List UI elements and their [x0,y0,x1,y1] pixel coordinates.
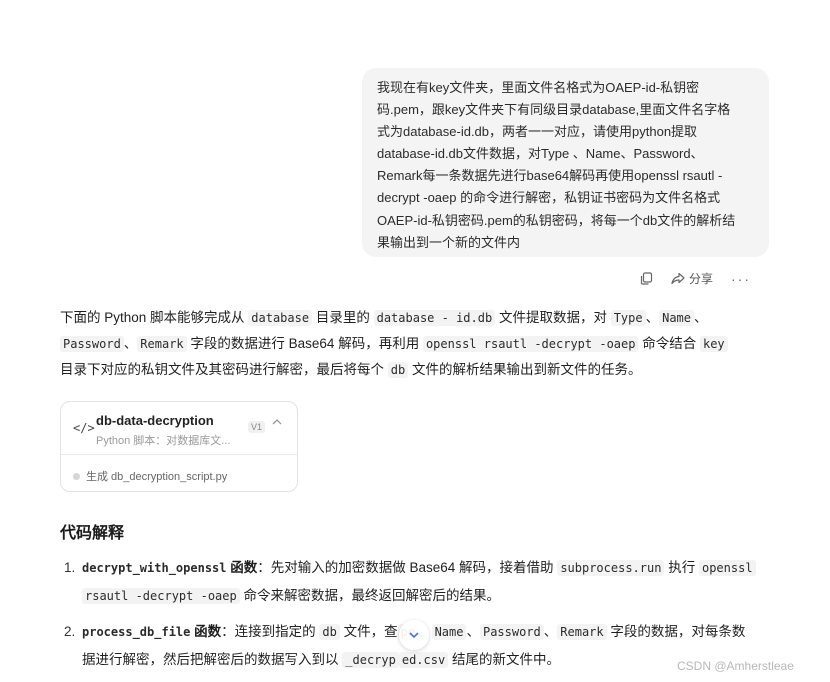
inline-code: db [319,624,340,640]
copy-icon [640,272,653,285]
scroll-down-button[interactable] [399,620,429,650]
list-text: ：先对输入的加密数据做 Base64 解码，接着借助 [257,560,558,575]
function-suffix: 函数 [190,624,222,639]
inline-code: subprocess.run [557,560,665,576]
list-line: rsautl -decrypt -oaep 命令来解密数据，最终返回解密后的结果… [82,582,772,610]
assistant-answer-paragraph: 下面的 Python 脚本能够完成从 database 目录里的 databas… [60,305,772,383]
user-message-line: Remark每一条数据先进行base64解码再使用openssl rsautl … [377,168,723,184]
artifact-title: db-data-decryption [96,413,214,428]
user-message-line: decrypt -oaep 的命令进行解密，私钥证书密码为文件名格式 [377,190,721,206]
share-button[interactable]: 分享 [671,270,713,287]
more-button[interactable]: ··· [731,271,751,287]
inline-code: ed.csv [398,652,449,668]
list-text: 文件，查 [339,624,398,639]
answer-line: 下面的 Python 脚本能够完成从 database 目录里的 databas… [60,305,772,331]
list-line: 据进行解密，然后把解密后的数据写入到以 _decryp ed.csv 结尾的新文件… [82,646,772,674]
list-number: 1. [64,560,76,575]
list-item: 1. decrypt_with_openssl 函数：先对输入的加密数据做 Ba… [60,554,772,610]
inline-code: Name [431,624,467,640]
answer-line: Password、 Remark 字段的数据进行 Base64 解码，再利用 op… [60,331,772,357]
list-text: 、 [466,624,480,639]
explanation-list: 1. decrypt_with_openssl 函数：先对输入的加密数据做 Ba… [60,554,772,682]
list-text: 、 [543,624,558,639]
answer-text: 、 [123,336,138,351]
inline-code: key [699,336,728,352]
inline-code: Type [610,310,646,326]
list-text: 字段的数据，对每条数 [606,624,746,639]
answer-line: 目录下对应的私钥文件及其密码进行解密，最后将每个 db 文件的解析结果输出到新文… [60,357,772,383]
answer-text: 目录下对应的私钥文件及其密码进行解密，最后将每个 [60,362,388,377]
list-text: ：连接到指定的 [221,624,320,639]
artifact-subtitle: Python 脚本：对数据库文... [96,435,231,447]
code-icon: </> [73,421,95,435]
copy-button[interactable] [640,272,653,285]
user-message-line: 式为database-id.db，两者一一对应，请使用python提取 [377,124,698,140]
inline-code: database - id.db [373,310,496,326]
inline-code: Remark [557,624,607,640]
user-message-line: 码.pem，跟key文件夹下有同级目录database,里面文件名字格 [377,102,731,118]
answer-text: 命令结合 [638,336,700,351]
answer-text: 、 [694,310,708,325]
inline-code: openssl rsautl -decrypt -oaep [422,336,639,352]
user-message-line: OAEP-id-私钥密码.pem的私钥密码，将每一个db文件的解析结 [377,212,736,228]
inline-code: Name [659,310,695,326]
user-message-bubble: 我现在有key文件夹，里面文件名格式为OAEP-id-私钥密 码.pem，跟ke… [362,68,769,257]
user-message-line: 果输出到一个新的文件内 [377,234,521,250]
answer-text: 文件的解析结果输出到新文件的任务。 [408,362,642,377]
answer-text: 文件提取数据，对 [495,310,611,325]
version-badge: V1 [248,421,266,433]
share-label: 分享 [689,272,714,286]
function-name: process_db_file 函数 [82,624,221,639]
artifact-card[interactable]: </> db-data-decryption Python 脚本：对数据库文..… [60,401,298,492]
answer-text: 、 [645,310,660,325]
answer-text: 字段的数据进行 Base64 解码，再利用 [186,336,423,351]
inline-code: _decryp [342,652,399,668]
inline-code: Password [60,336,124,352]
list-text: 命令来解密数据，最终返回解密后的结果。 [239,588,500,603]
section-title: 代码解释 [60,525,125,542]
list-text: 据进行解密，然后把解密后的数据写入到以 [82,652,343,667]
inline-code: decrypt_with_openssl [82,561,227,575]
artifact-status-text: 生成 db_decryption_script.py [86,471,228,483]
user-message-line: 我现在有key文件夹，里面文件名格式为OAEP-id-私钥密 [377,80,700,95]
inline-code: openssl [698,560,756,576]
inline-code: db [387,362,409,378]
list-number: 2. [64,624,76,639]
artifact-status: 生成 db_decryption_script.py [73,468,227,484]
answer-text: 目录里的 [312,310,374,325]
status-dot-icon [73,472,80,480]
answer-text: 下面的 Python 脚本能够完成从 [60,310,249,325]
user-message-line: database-id.db文件数据，对Type 、Name、Password、 [377,146,704,162]
function-name: decrypt_with_openssl 函数 [82,560,257,575]
chevron-down-icon [409,632,419,639]
artifact-card-header[interactable]: </> db-data-decryption Python 脚本：对数据库文..… [61,402,297,455]
function-suffix: 函数 [226,560,258,575]
chevron-up-icon[interactable] [271,416,283,428]
list-text: 执行 [664,560,699,575]
inline-code: process_db_file [82,625,191,639]
message-actions: 分享 ··· [640,270,751,287]
watermark: CSDN @Amherstleae [677,659,794,673]
inline-code: Password [479,624,544,640]
inline-code: rsautl -decrypt -oaep [82,588,240,604]
inline-code: database [248,310,313,326]
list-line: decrypt_with_openssl 函数：先对输入的加密数据做 Base6… [82,554,772,582]
list-text: 结尾的新文件中。 [448,652,560,667]
inline-code: Remark [137,336,187,352]
share-icon [671,272,685,285]
